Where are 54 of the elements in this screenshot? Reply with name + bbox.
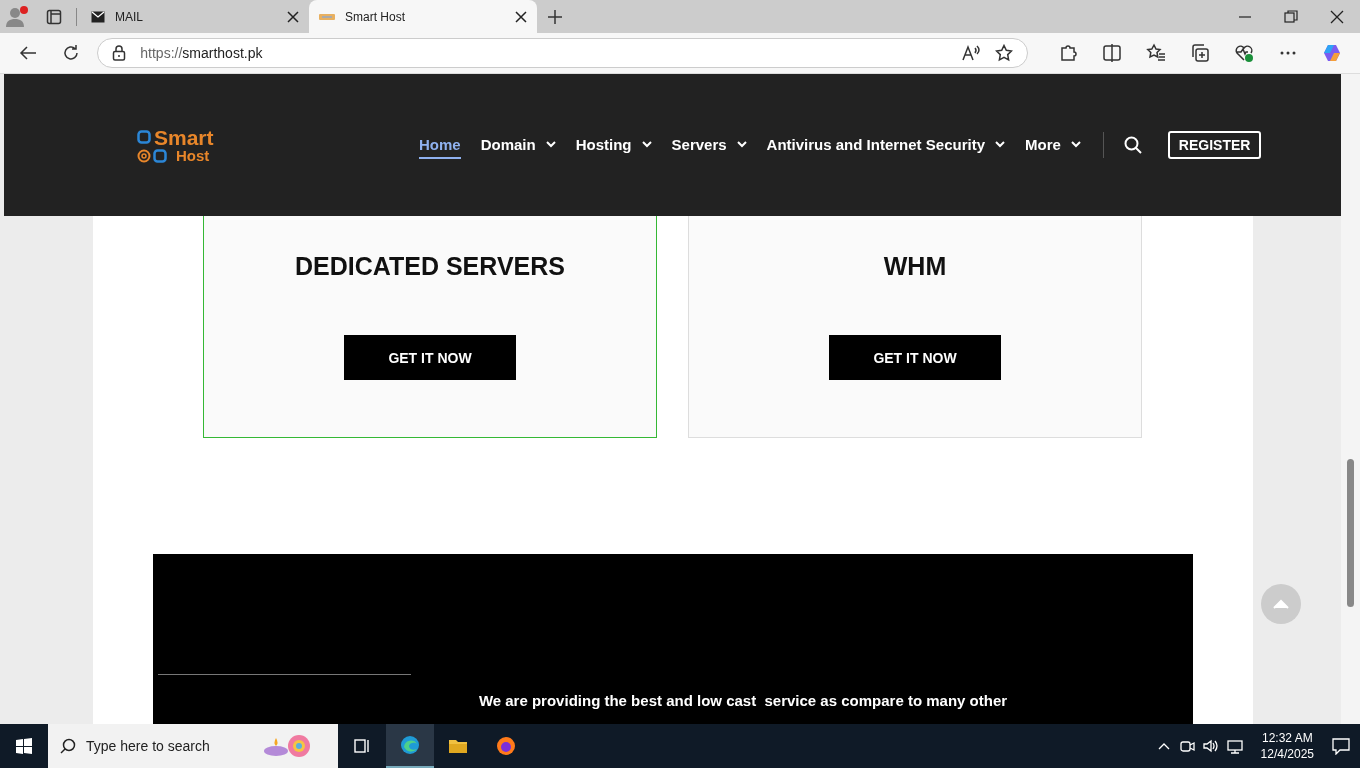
favorites-icon[interactable] — [1146, 43, 1166, 63]
nav-link[interactable]: Domain — [480, 131, 556, 159]
taskbar-search-field[interactable]: Type here to search — [48, 724, 338, 768]
task-view-icon[interactable] — [352, 736, 372, 756]
browser-tab[interactable]: Smart Host — [309, 0, 537, 33]
firefox-icon[interactable] — [496, 736, 516, 756]
close-icon[interactable] — [1329, 8, 1345, 25]
split-screen-icon[interactable] — [1102, 43, 1122, 63]
browser-icon[interactable] — [400, 735, 420, 755]
address-bar[interactable]: https://smarthost.pk — [97, 38, 1028, 68]
network-icon[interactable] — [1226, 738, 1243, 754]
lamp-icon — [262, 732, 312, 760]
heart-pulse-icon[interactable] — [1234, 43, 1254, 63]
volume-icon[interactable] — [1202, 738, 1219, 754]
lock-icon — [112, 45, 127, 61]
camera-icon[interactable] — [1178, 738, 1195, 754]
copilot-icon[interactable] — [1322, 43, 1342, 63]
new-tab-icon[interactable] — [547, 8, 563, 25]
close-icon[interactable] — [287, 10, 299, 23]
scrollbar[interactable] — [1341, 74, 1360, 724]
windows-icon[interactable] — [16, 738, 32, 754]
about-text: We are providing the best and low cast service as compare to many other — [477, 692, 1009, 709]
get-it-now-button[interactable]: GET IT NOW — [829, 335, 1001, 380]
url-text: https://smarthost.pk — [140, 45, 264, 61]
notification-icon[interactable] — [1332, 737, 1350, 755]
close-icon[interactable] — [515, 10, 527, 23]
collections-icon[interactable] — [1190, 43, 1210, 63]
nav-link[interactable]: Hosting — [575, 131, 652, 159]
browser-tab[interactable]: MAIL — [81, 0, 309, 33]
star-icon[interactable] — [995, 44, 1013, 62]
mail-icon — [91, 10, 105, 23]
search-icon[interactable] — [1123, 136, 1142, 154]
nav-link[interactable]: Antivirus and Internet Security — [766, 131, 1005, 159]
profile-icon[interactable] — [5, 4, 31, 29]
nav-link[interactable]: Servers — [671, 131, 747, 159]
favicon-icon — [319, 12, 335, 21]
card-title: WHM — [883, 252, 947, 281]
clock[interactable]: 12:32 AM 12/4/2025 — [1260, 730, 1314, 762]
register-button[interactable]: REGISTER — [1167, 131, 1262, 159]
card-title: DEDICATED SERVERS — [295, 252, 565, 281]
nav-link[interactable]: More — [1025, 131, 1081, 159]
scrollbar-thumb[interactable] — [1347, 459, 1354, 607]
read-aloud-icon[interactable] — [961, 44, 981, 62]
restore-icon[interactable] — [1283, 8, 1299, 25]
logo-text: Smart — [154, 126, 214, 148]
search-icon — [60, 738, 76, 754]
chevron-up-icon — [1273, 599, 1289, 609]
get-it-now-button[interactable]: GET IT NOW — [344, 335, 516, 380]
logo-text: Host — [176, 148, 210, 163]
nav-link[interactable]: Home — [419, 131, 461, 159]
square-icon — [137, 130, 151, 144]
puzzle-icon[interactable] — [1058, 43, 1078, 63]
at-sign-icon — [137, 147, 169, 164]
tab-actions-icon[interactable] — [46, 8, 62, 25]
